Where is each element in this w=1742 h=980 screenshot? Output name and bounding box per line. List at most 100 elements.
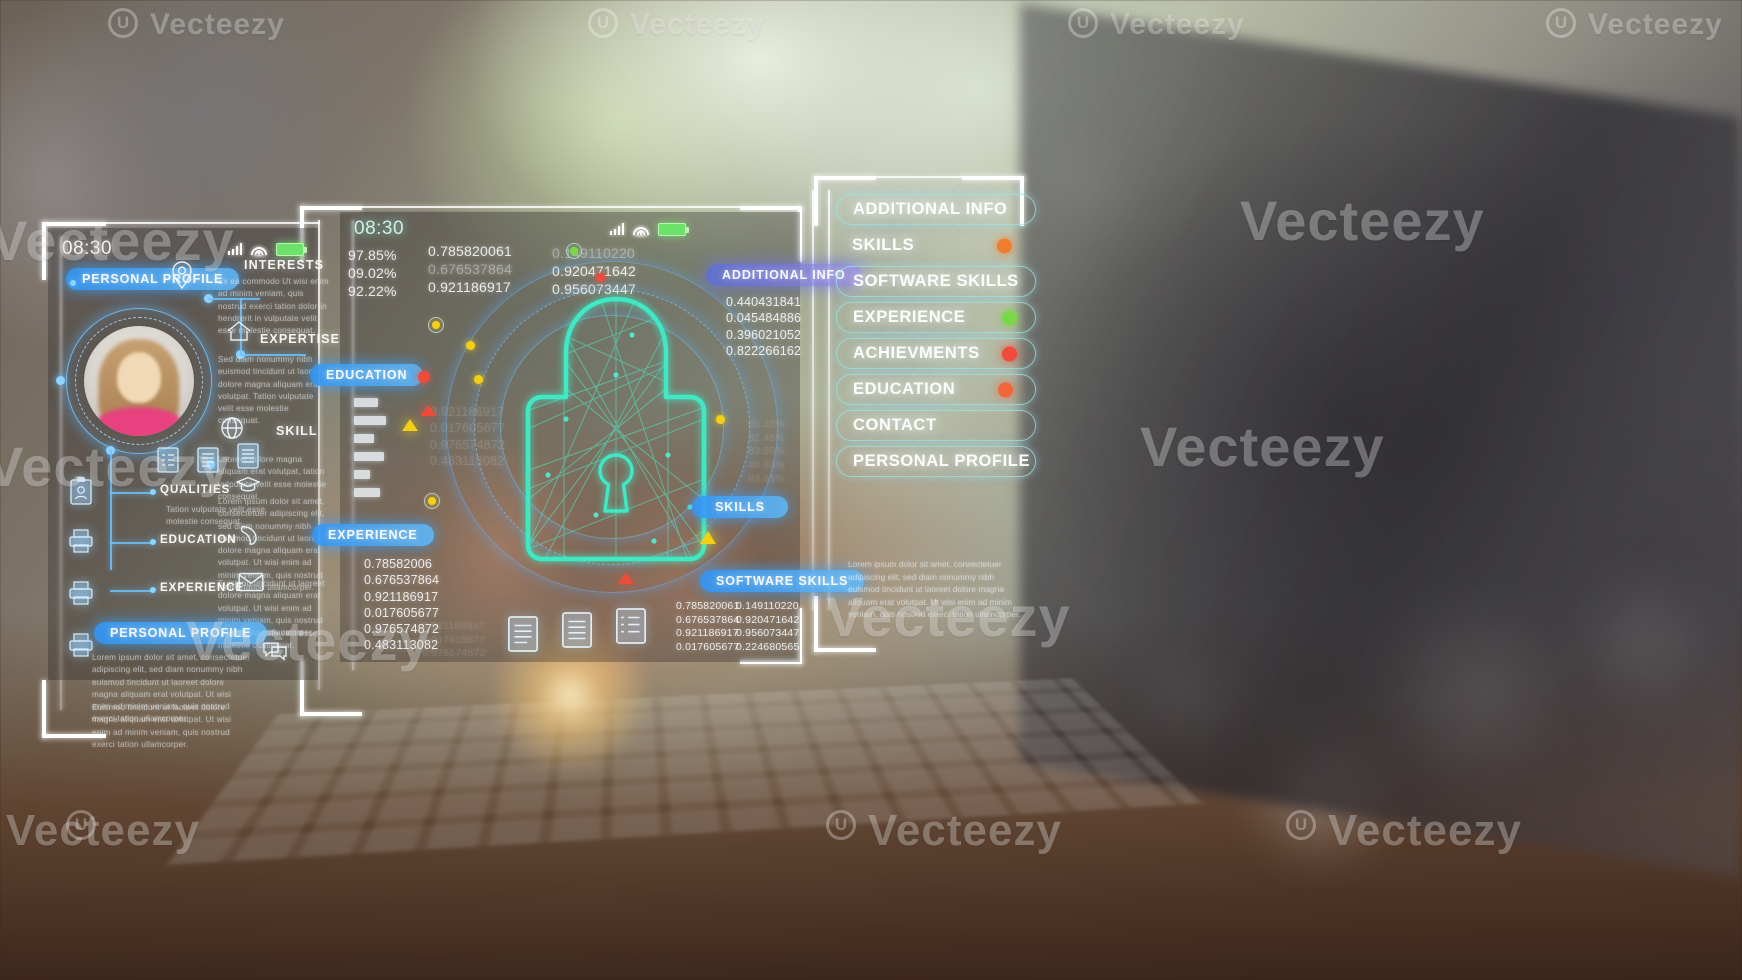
screenshot-root: 08:30 PERSONAL PROFILE INTERESTS Ex ea c… bbox=[0, 0, 1742, 980]
bottom-value-column-2: 0.149110220 0.920471642 0.956073447 0.22… bbox=[736, 600, 800, 655]
watermark-logo-letter: U bbox=[834, 815, 848, 834]
watermark-logo: U bbox=[1068, 8, 1098, 38]
menu-item-education[interactable]: EDUCATION bbox=[836, 374, 1036, 405]
watermark-logo: U bbox=[826, 810, 856, 840]
marker-yellow-small bbox=[474, 375, 483, 384]
side-value-column: 0.440431841 0.045484886 0.396021052 0.82… bbox=[726, 294, 801, 359]
percent-value: 83.61% bbox=[748, 472, 785, 485]
watermark-logo-letter: U bbox=[1294, 815, 1308, 834]
watermark-text: Vecteezy bbox=[868, 806, 1062, 855]
row-label-education[interactable]: EDUCATION bbox=[160, 534, 237, 546]
watermark-logo: U bbox=[588, 8, 618, 38]
right-menu: ADDITIONAL INFO SKILLS SOFTWARE SKILLS E… bbox=[836, 194, 1036, 482]
menu-item-label: ADDITIONAL INFO bbox=[853, 200, 1008, 218]
percent-column: 97.85% 09.02% 92.22% bbox=[348, 246, 397, 301]
percent-value: 40.33% bbox=[748, 458, 785, 471]
data-value: 0.921186917 bbox=[676, 627, 739, 640]
avatar[interactable] bbox=[66, 308, 212, 454]
printer-icon bbox=[69, 633, 93, 657]
data-value: 0.976574872 bbox=[422, 647, 486, 660]
watermark-text: Vecteezy bbox=[0, 435, 231, 498]
experience-tag-label: EXPERIENCE bbox=[312, 524, 434, 546]
status-badge-green bbox=[1002, 310, 1017, 325]
percent-value: 09.02% bbox=[348, 265, 397, 282]
node-point bbox=[150, 587, 156, 593]
data-value: 0.676537864 bbox=[676, 613, 740, 626]
watermark-text: Vecteezy bbox=[1240, 189, 1485, 252]
document-text-icon bbox=[507, 616, 539, 652]
phone-icon bbox=[240, 526, 257, 545]
menu-item-label: ACHIEVMENTS bbox=[853, 344, 980, 362]
row-label-experience[interactable]: EXPERIENCE bbox=[160, 582, 244, 594]
watermark-text: Vecteezy bbox=[1110, 8, 1245, 41]
education-tag-label: EDUCATION bbox=[310, 364, 424, 386]
avatar-face bbox=[117, 352, 161, 403]
document-text-icon bbox=[237, 443, 259, 469]
menu-item-label: CONTACT bbox=[853, 416, 937, 434]
progress-bar bbox=[354, 416, 386, 425]
percent-value: 85.23% bbox=[748, 418, 785, 430]
battery-icon bbox=[658, 222, 689, 236]
watermark-logo-letter: U bbox=[1076, 13, 1090, 32]
connector-line bbox=[110, 542, 152, 544]
data-value: 0.396021052 bbox=[726, 327, 802, 342]
skills-tag-label: SKILLS bbox=[692, 496, 788, 518]
guide-line-4 bbox=[828, 190, 830, 610]
left-status-icons bbox=[227, 242, 307, 256]
menu-item-label: EDUCATION bbox=[853, 380, 956, 398]
marker-triangle-yellow bbox=[700, 531, 716, 544]
status-badge-orange bbox=[997, 238, 1012, 253]
menu-item-achievments[interactable]: ACHIEVMENTS bbox=[836, 338, 1036, 369]
middle-clock: 08:30 bbox=[354, 218, 405, 239]
progress-bar bbox=[354, 488, 380, 497]
data-value: 0.149110220 bbox=[736, 600, 799, 612]
home-icon bbox=[227, 321, 251, 341]
wifi-icon bbox=[251, 243, 267, 255]
document-lines-icon bbox=[561, 612, 593, 648]
percent-value: 92.22% bbox=[348, 283, 397, 300]
middle-status-bar: 08:30 bbox=[340, 216, 800, 242]
data-value: 0.017605677 bbox=[676, 640, 740, 653]
menu-item-additional-info[interactable]: ADDITIONAL INFO bbox=[836, 194, 1036, 225]
menu-item-personal-profile[interactable]: PERSONAL PROFILE bbox=[836, 446, 1036, 477]
data-value: 0.785820061 bbox=[676, 600, 740, 612]
watermark-logo-letter: U bbox=[116, 13, 130, 32]
lower-value-column-faint: 0.921186917 0.017605677 0.976574872 bbox=[422, 620, 486, 661]
data-value: 0.017605677 bbox=[422, 633, 486, 646]
watermark-text: Vecteezy bbox=[0, 209, 235, 272]
marker-yellow bbox=[428, 317, 444, 333]
marker-red-small bbox=[596, 273, 605, 282]
menu-item-skills[interactable]: SKILLS bbox=[836, 230, 1036, 261]
watermark-logo-letter: U bbox=[1554, 13, 1568, 32]
middle-status-icons bbox=[609, 222, 689, 236]
avatar-photo bbox=[84, 326, 194, 436]
percent-value: 97.85% bbox=[348, 247, 397, 263]
graduation-cap-icon bbox=[236, 476, 260, 492]
education-tag[interactable]: EDUCATION bbox=[310, 364, 424, 386]
node-point bbox=[70, 280, 76, 286]
envelope-icon bbox=[238, 572, 264, 592]
menu-item-experience[interactable]: EXPERIENCE bbox=[836, 302, 1036, 333]
watermark-text: Vecteezy bbox=[826, 585, 1071, 648]
section-title-interests: INTERESTS bbox=[244, 258, 325, 272]
battery-icon bbox=[276, 242, 307, 256]
data-value: 0.920471642 bbox=[736, 613, 800, 626]
watermark-logo: U bbox=[1546, 8, 1576, 38]
footer-text-2: Euismod tincidunt ut laoreet dolore magn… bbox=[92, 703, 232, 749]
data-value: 0.676537864 bbox=[364, 573, 440, 588]
watermark-text: Vecteezy bbox=[630, 8, 765, 41]
skills-tag[interactable]: SKILLS bbox=[692, 496, 788, 518]
marker-triangle-red bbox=[420, 405, 436, 416]
experience-tag[interactable]: EXPERIENCE bbox=[312, 524, 434, 546]
padlock-wireframe-icon bbox=[525, 296, 707, 562]
menu-item-contact[interactable]: CONTACT bbox=[836, 410, 1036, 441]
menu-item-software-skills[interactable]: SOFTWARE SKILLS bbox=[836, 266, 1036, 297]
guide-line-top-right bbox=[874, 176, 964, 178]
guide-line-top-mid bbox=[360, 206, 742, 208]
marker-yellow-small bbox=[466, 341, 475, 350]
faint-percent-column: 85.23% 32.45% 83.55% 40.33% 83.61% bbox=[748, 418, 785, 486]
guide-line-5 bbox=[812, 190, 814, 610]
data-value: 0.440431841 bbox=[726, 295, 802, 309]
data-value: 0.921186917 bbox=[422, 620, 485, 632]
section-title-expertise: EXPERTISE bbox=[260, 332, 341, 346]
